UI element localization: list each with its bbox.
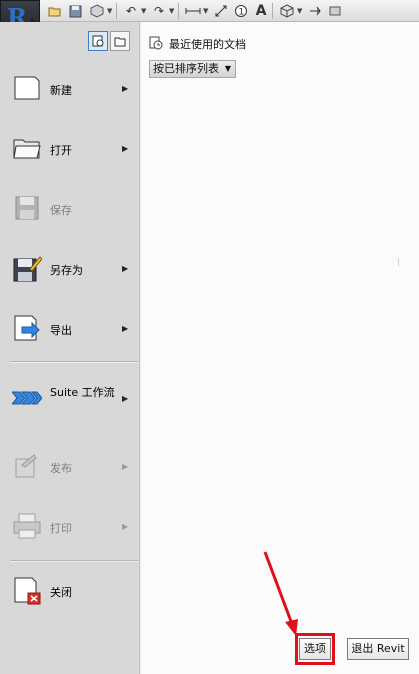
save-as-icon	[13, 256, 42, 282]
undo-dropdown-icon[interactable]: ▼	[141, 2, 146, 20]
submenu-arrow-icon: ▶	[122, 264, 129, 273]
options-button[interactable]: 选项	[299, 638, 331, 660]
menu-item-label: 另存为	[50, 264, 83, 277]
menu-item-export[interactable]: 导出 ▶	[0, 302, 139, 360]
redo-dropdown-icon[interactable]: ▼	[169, 2, 174, 20]
recent-documents-title: 最近使用的文档	[169, 38, 246, 51]
application-menu: 新建 ▶ 打开 ▶ 保存 另存为 ▶ 导出 ▶ Suite 工作流 ▶ 发布 ▶…	[0, 22, 140, 674]
publish-icon	[15, 454, 37, 478]
measure-dropdown-icon[interactable]: ▼	[203, 2, 208, 20]
suite-workflows-icon	[12, 391, 42, 405]
save-icon[interactable]	[66, 2, 84, 20]
export-icon	[14, 315, 40, 341]
more-icon[interactable]	[326, 2, 344, 20]
exit-revit-button[interactable]: 退出 Revit	[347, 638, 409, 660]
menu-item-label: 关闭	[50, 586, 72, 599]
menu-view-toggle	[88, 31, 132, 51]
menu-item-save[interactable]: 保存	[0, 182, 139, 240]
menu-item-label: 保存	[50, 204, 72, 217]
3d-view-dropdown-icon[interactable]: ▼	[297, 2, 302, 20]
menu-item-label: 导出	[50, 324, 72, 337]
menu-item-close[interactable]: 关闭	[0, 564, 139, 622]
sync-icon[interactable]	[88, 2, 106, 20]
toolbar-separator	[178, 3, 179, 19]
toolbar-separator	[116, 3, 117, 19]
submenu-arrow-icon: ▶	[122, 84, 129, 93]
menu-item-label: 发布	[50, 462, 72, 475]
menu-divider	[10, 560, 138, 561]
3d-view-icon[interactable]	[278, 2, 296, 20]
menu-item-publish[interactable]: 发布 ▶	[0, 440, 139, 498]
submenu-arrow-icon: ▶	[122, 144, 129, 153]
toolbar-separator	[272, 3, 273, 19]
panel-scroll-marker	[398, 258, 399, 266]
dimension-icon[interactable]	[212, 2, 230, 20]
quick-access-toolbar: ▼ ↶ ▼ ↷ ▼ ▼ 1 A ▼	[0, 0, 419, 22]
submenu-arrow-icon: ▶	[122, 462, 129, 471]
redo-icon[interactable]: ↷	[150, 2, 168, 20]
open-folder-icon[interactable]	[46, 2, 64, 20]
annotation-arrow-icon	[263, 551, 298, 636]
sync-dropdown-icon[interactable]: ▼	[107, 2, 112, 20]
sort-order-label: 按已排序列表	[153, 62, 219, 75]
menu-item-print[interactable]: 打印 ▶	[0, 500, 139, 558]
svg-text:1: 1	[239, 8, 245, 18]
menu-item-open[interactable]: 打开 ▶	[0, 122, 139, 180]
sort-order-dropdown[interactable]: 按已排序列表 ▼	[149, 60, 236, 78]
menu-item-label: 打印	[50, 522, 72, 535]
printer-icon	[13, 513, 41, 539]
submenu-arrow-icon: ▶	[122, 324, 129, 333]
menu-divider	[10, 361, 138, 362]
open-documents-icon[interactable]	[110, 31, 130, 51]
submenu-arrow-icon: ▶	[122, 394, 129, 403]
close-document-icon	[14, 577, 41, 605]
menu-item-suite-workflows[interactable]: Suite 工作流 ▶	[0, 372, 139, 430]
submenu-arrow-icon: ▶	[122, 522, 129, 531]
measure-icon[interactable]	[184, 2, 202, 20]
tag-icon[interactable]: 1	[232, 2, 250, 20]
menu-item-label: 打开	[50, 144, 72, 157]
save-icon	[15, 196, 39, 220]
menu-item-save-as[interactable]: 另存为 ▶	[0, 242, 139, 300]
undo-icon[interactable]: ↶	[122, 2, 140, 20]
text-icon[interactable]: A	[252, 2, 270, 20]
menu-item-label: Suite 工作流	[50, 386, 115, 399]
menu-item-label: 新建	[50, 84, 72, 97]
menu-item-new[interactable]: 新建 ▶	[0, 62, 139, 120]
section-icon[interactable]	[306, 2, 324, 20]
new-document-icon	[14, 76, 40, 100]
recent-documents-icon[interactable]	[88, 31, 108, 51]
open-folder-icon	[13, 139, 41, 159]
chevron-down-icon: ▼	[224, 64, 231, 73]
recent-clock-icon	[149, 36, 163, 53]
